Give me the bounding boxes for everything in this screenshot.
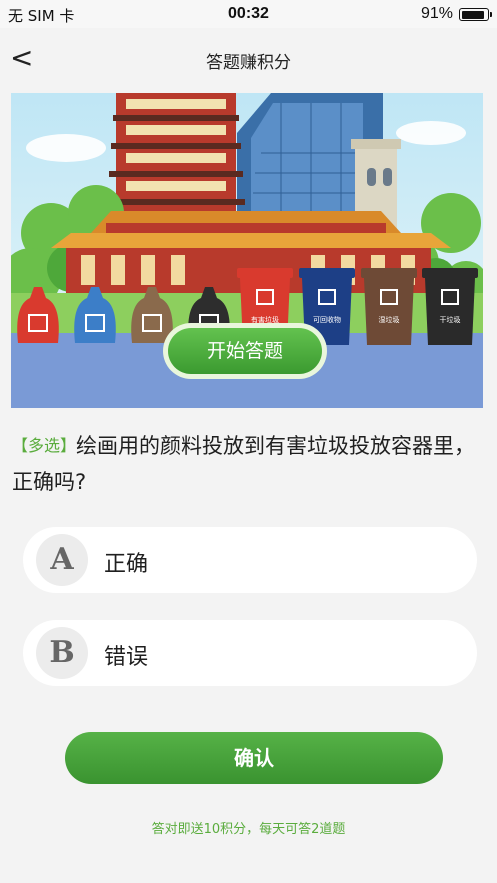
bin-label: 湿垃圾 [379,315,400,324]
status-bar: 无 SIM 卡 00:32 91% [0,0,497,28]
bin-label: 可回收物 [313,315,341,324]
option-a-text: 正确 [104,552,149,577]
confirm-button[interactable]: 确认 [65,732,443,784]
battery-percent: 91% [420,5,453,22]
question-body: 绘画用的颜料投放到有害垃圾投放容器里，正确吗? [12,434,476,494]
bin-label: 干垃圾 [440,315,461,324]
start-quiz-label: 开始答题 [168,328,322,374]
option-a-letter: A [36,534,88,586]
option-a[interactable]: A 正确 [23,527,477,593]
garbage-bin-icon: 干垃圾 [422,268,478,345]
nav-bar: < 答题赚积分 [0,28,497,90]
question-type-tag: 【多选】 [12,436,77,455]
option-b[interactable]: B 错误 [23,620,477,686]
option-b-text: 错误 [104,645,149,670]
battery-icon [459,8,492,21]
reward-note: 答对即送10积分，每天可答2道题 [151,822,346,837]
question-text: 【多选】绘画用的颜料投放到有害垃圾投放容器里，正确吗? [12,428,482,500]
start-quiz-button[interactable]: 开始答题 [163,323,327,379]
garbage-bin-icon: 湿垃圾 [361,268,417,345]
page-title: 答题赚积分 [206,53,291,73]
option-b-letter: B [36,627,88,679]
